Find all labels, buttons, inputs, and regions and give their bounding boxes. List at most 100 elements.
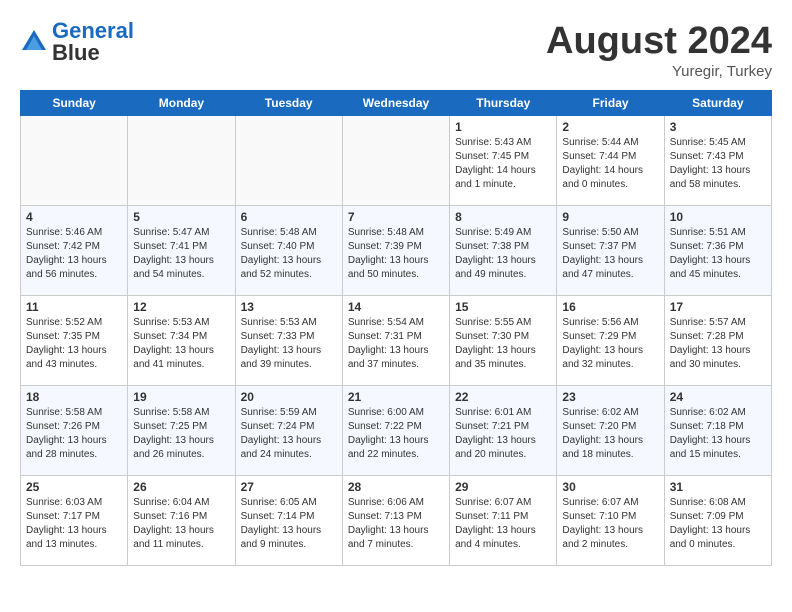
calendar-cell: 12 Sunrise: 5:53 AMSunset: 7:34 PMDayligh… <box>128 296 235 386</box>
day-number: 19 <box>133 390 229 404</box>
calendar-cell: 10 Sunrise: 5:51 AMSunset: 7:36 PMDayligh… <box>664 206 771 296</box>
calendar-cell: 19 Sunrise: 5:58 AMSunset: 7:25 PMDayligh… <box>128 386 235 476</box>
day-info: Sunrise: 6:07 AMSunset: 7:10 PMDaylight:… <box>562 496 658 552</box>
day-number: 26 <box>133 480 229 494</box>
day-header-saturday: Saturday <box>664 91 771 116</box>
calendar-cell <box>21 116 128 206</box>
calendar-cell: 27 Sunrise: 6:05 AMSunset: 7:14 PMDayligh… <box>235 476 342 566</box>
day-number: 12 <box>133 300 229 314</box>
day-number: 29 <box>455 480 551 494</box>
day-info: Sunrise: 5:44 AMSunset: 7:44 PMDaylight:… <box>562 136 658 192</box>
day-info: Sunrise: 5:48 AMSunset: 7:39 PMDaylight:… <box>348 226 444 282</box>
day-number: 23 <box>562 390 658 404</box>
calendar-cell: 29 Sunrise: 6:07 AMSunset: 7:11 PMDayligh… <box>450 476 557 566</box>
day-number: 3 <box>670 120 766 134</box>
calendar-cell: 28 Sunrise: 6:06 AMSunset: 7:13 PMDayligh… <box>342 476 449 566</box>
day-number: 15 <box>455 300 551 314</box>
day-info: Sunrise: 5:49 AMSunset: 7:38 PMDaylight:… <box>455 226 551 282</box>
day-number: 4 <box>26 210 122 224</box>
day-number: 20 <box>241 390 337 404</box>
day-info: Sunrise: 6:01 AMSunset: 7:21 PMDaylight:… <box>455 406 551 462</box>
calendar-cell: 24 Sunrise: 6:02 AMSunset: 7:18 PMDayligh… <box>664 386 771 476</box>
calendar-cell: 1 Sunrise: 5:43 AMSunset: 7:45 PMDaylight… <box>450 116 557 206</box>
day-info: Sunrise: 5:55 AMSunset: 7:30 PMDaylight:… <box>455 316 551 372</box>
day-number: 5 <box>133 210 229 224</box>
calendar-cell: 30 Sunrise: 6:07 AMSunset: 7:10 PMDayligh… <box>557 476 664 566</box>
day-number: 10 <box>670 210 766 224</box>
day-number: 24 <box>670 390 766 404</box>
calendar-cell: 5 Sunrise: 5:47 AMSunset: 7:41 PMDaylight… <box>128 206 235 296</box>
day-info: Sunrise: 6:03 AMSunset: 7:17 PMDaylight:… <box>26 496 122 552</box>
calendar-cell <box>235 116 342 206</box>
calendar-cell: 11Sunrise: 5:52 AMSunset: 7:35 PMDayligh… <box>21 296 128 386</box>
calendar-cell: 26 Sunrise: 6:04 AMSunset: 7:16 PMDayligh… <box>128 476 235 566</box>
day-info: Sunrise: 5:48 AMSunset: 7:40 PMDaylight:… <box>241 226 337 282</box>
day-info: Sunrise: 5:51 AMSunset: 7:36 PMDaylight:… <box>670 226 766 282</box>
day-info: Sunrise: 6:04 AMSunset: 7:16 PMDaylight:… <box>133 496 229 552</box>
day-number: 7 <box>348 210 444 224</box>
day-info: Sunrise: 5:54 AMSunset: 7:31 PMDaylight:… <box>348 316 444 372</box>
day-header-monday: Monday <box>128 91 235 116</box>
day-number: 9 <box>562 210 658 224</box>
day-header-friday: Friday <box>557 91 664 116</box>
day-info: Sunrise: 5:57 AMSunset: 7:28 PMDaylight:… <box>670 316 766 372</box>
day-info: Sunrise: 6:07 AMSunset: 7:11 PMDaylight:… <box>455 496 551 552</box>
calendar-cell: 22 Sunrise: 6:01 AMSunset: 7:21 PMDayligh… <box>450 386 557 476</box>
title-block: August 2024 Yuregir, Turkey <box>546 20 772 80</box>
day-number: 2 <box>562 120 658 134</box>
day-info: Sunrise: 6:02 AMSunset: 7:20 PMDaylight:… <box>562 406 658 462</box>
day-header-sunday: Sunday <box>21 91 128 116</box>
day-info: Sunrise: 5:47 AMSunset: 7:41 PMDaylight:… <box>133 226 229 282</box>
day-number: 30 <box>562 480 658 494</box>
day-number: 27 <box>241 480 337 494</box>
week-row-2: 4Sunrise: 5:46 AMSunset: 7:42 PMDaylight… <box>21 206 772 296</box>
calendar-cell: 17 Sunrise: 5:57 AMSunset: 7:28 PMDayligh… <box>664 296 771 386</box>
day-number: 11 <box>26 300 122 314</box>
calendar-cell: 25 Sunrise: 6:03 AMSunset: 7:17 PMDayligh… <box>21 476 128 566</box>
calendar-cell: 8 Sunrise: 5:49 AMSunset: 7:38 PMDaylight… <box>450 206 557 296</box>
day-header-tuesday: Tuesday <box>235 91 342 116</box>
day-number: 22 <box>455 390 551 404</box>
calendar-cell: 16Sunrise: 5:56 AMSunset: 7:29 PMDayligh… <box>557 296 664 386</box>
day-info: Sunrise: 5:56 AMSunset: 7:29 PMDaylight:… <box>562 316 658 372</box>
location: Yuregir, Turkey <box>546 63 772 80</box>
day-header-wednesday: Wednesday <box>342 91 449 116</box>
calendar-cell: 2 Sunrise: 5:44 AMSunset: 7:44 PMDaylight… <box>557 116 664 206</box>
day-number: 8 <box>455 210 551 224</box>
calendar-cell: 3Sunrise: 5:45 AMSunset: 7:43 PMDaylight… <box>664 116 771 206</box>
day-info: Sunrise: 6:02 AMSunset: 7:18 PMDaylight:… <box>670 406 766 462</box>
calendar-cell <box>342 116 449 206</box>
calendar-cell: 31 Sunrise: 6:08 AMSunset: 7:09 PMDayligh… <box>664 476 771 566</box>
day-number: 1 <box>455 120 551 134</box>
day-info: Sunrise: 5:43 AMSunset: 7:45 PMDaylight:… <box>455 136 551 192</box>
week-row-3: 11Sunrise: 5:52 AMSunset: 7:35 PMDayligh… <box>21 296 772 386</box>
day-number: 21 <box>348 390 444 404</box>
day-number: 6 <box>241 210 337 224</box>
calendar-cell: 6 Sunrise: 5:48 AMSunset: 7:40 PMDaylight… <box>235 206 342 296</box>
day-info: Sunrise: 6:08 AMSunset: 7:09 PMDaylight:… <box>670 496 766 552</box>
day-number: 28 <box>348 480 444 494</box>
logo: GeneralBlue <box>20 20 134 64</box>
day-info: Sunrise: 5:58 AMSunset: 7:25 PMDaylight:… <box>133 406 229 462</box>
week-row-5: 25 Sunrise: 6:03 AMSunset: 7:17 PMDayligh… <box>21 476 772 566</box>
day-info: Sunrise: 6:00 AMSunset: 7:22 PMDaylight:… <box>348 406 444 462</box>
calendar-cell: 18Sunrise: 5:58 AMSunset: 7:26 PMDayligh… <box>21 386 128 476</box>
day-number: 31 <box>670 480 766 494</box>
day-info: Sunrise: 5:50 AMSunset: 7:37 PMDaylight:… <box>562 226 658 282</box>
day-info: Sunrise: 5:53 AMSunset: 7:34 PMDaylight:… <box>133 316 229 372</box>
calendar-cell: 14Sunrise: 5:54 AMSunset: 7:31 PMDayligh… <box>342 296 449 386</box>
calendar-cell: 13Sunrise: 5:53 AMSunset: 7:33 PMDayligh… <box>235 296 342 386</box>
logo-icon <box>20 28 48 56</box>
day-info: Sunrise: 5:58 AMSunset: 7:26 PMDaylight:… <box>26 406 122 462</box>
days-header-row: SundayMondayTuesdayWednesdayThursdayFrid… <box>21 91 772 116</box>
calendar-cell: 7 Sunrise: 5:48 AMSunset: 7:39 PMDaylight… <box>342 206 449 296</box>
calendar-cell: 9 Sunrise: 5:50 AMSunset: 7:37 PMDaylight… <box>557 206 664 296</box>
day-number: 25 <box>26 480 122 494</box>
day-info: Sunrise: 6:06 AMSunset: 7:13 PMDaylight:… <box>348 496 444 552</box>
day-number: 17 <box>670 300 766 314</box>
calendar-cell: 4Sunrise: 5:46 AMSunset: 7:42 PMDaylight… <box>21 206 128 296</box>
week-row-4: 18Sunrise: 5:58 AMSunset: 7:26 PMDayligh… <box>21 386 772 476</box>
day-info: Sunrise: 6:05 AMSunset: 7:14 PMDaylight:… <box>241 496 337 552</box>
day-info: Sunrise: 5:53 AMSunset: 7:33 PMDaylight:… <box>241 316 337 372</box>
day-header-thursday: Thursday <box>450 91 557 116</box>
